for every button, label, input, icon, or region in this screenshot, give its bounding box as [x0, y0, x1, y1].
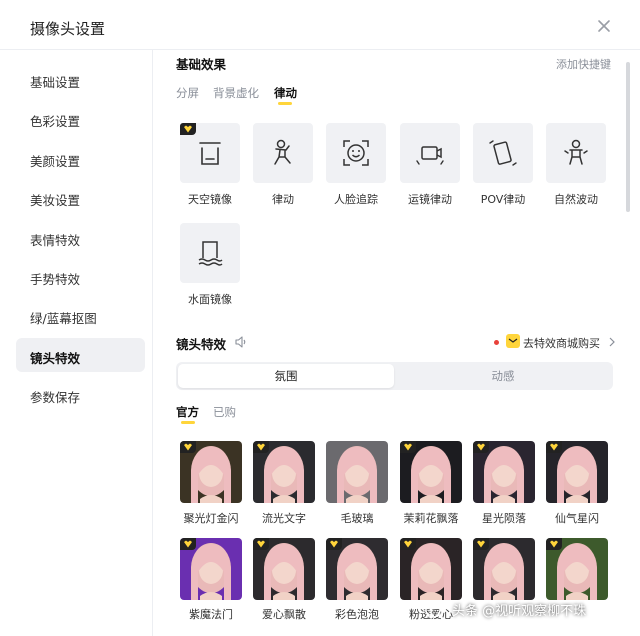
- sidebar-item-label: 基础设置: [30, 75, 81, 90]
- vip-badge-icon: [473, 441, 489, 453]
- title-bar: 摄像头设置: [0, 0, 640, 50]
- lens-effect-thumb[interactable]: [400, 538, 462, 600]
- water-mirror-icon: [180, 223, 240, 283]
- speaker-icon[interactable]: [234, 335, 248, 349]
- sidebar-item-lens-effects[interactable]: 镜头特效: [16, 338, 145, 372]
- dialog-title: 摄像头设置: [30, 20, 106, 38]
- lens-effects-segment: 氛围 动感: [176, 362, 613, 390]
- vip-badge-icon: [546, 441, 562, 453]
- tab-split-screen[interactable]: 分屏: [176, 85, 199, 101]
- vip-badge-icon: [253, 538, 269, 550]
- pov-icon: [473, 123, 533, 183]
- camera-settings-dialog: 摄像头设置 基础设置 色彩设置 美颜设置 美妆设置 表情特效 手势特效 绿/蓝幕…: [0, 0, 640, 636]
- basic-effects-title: 基础效果: [176, 57, 227, 72]
- lens-effect-label: 流光文字: [262, 512, 306, 525]
- sidebar-item-label: 绿/蓝幕抠图: [30, 311, 97, 326]
- sidebar-item-save-params[interactable]: 参数保存: [16, 377, 145, 411]
- sidebar-item-basic[interactable]: 基础设置: [16, 62, 145, 96]
- tab-purchased[interactable]: 已购: [213, 404, 236, 420]
- active-tab-indicator: [278, 102, 292, 105]
- natural-wave-icon: [546, 123, 606, 183]
- vip-badge-icon: [326, 538, 342, 550]
- watermark-text: 头条 @视听观察柳不珠: [452, 604, 587, 619]
- lens-effect-label: 毛玻璃: [340, 512, 374, 525]
- close-icon[interactable]: [596, 18, 612, 34]
- sidebar-item-label: 参数保存: [30, 390, 81, 405]
- portrait-preview: [337, 446, 377, 503]
- lens-effect-thumb[interactable]: [400, 441, 462, 503]
- lens-effect-label: 星光陨落: [482, 512, 526, 525]
- lens-effect-thumb[interactable]: [180, 441, 242, 503]
- lens-effect-thumb[interactable]: [326, 538, 388, 600]
- sidebar-item-label: 手势特效: [30, 272, 81, 287]
- lens-effect-thumb[interactable]: [546, 441, 608, 503]
- vip-badge-icon: [180, 538, 196, 550]
- chevron-right-icon: [608, 336, 616, 347]
- rhythm-figure-icon: [253, 123, 313, 183]
- lens-effect-label: 紫魔法门: [189, 608, 233, 621]
- sidebar-item-makeup[interactable]: 美妆设置: [16, 180, 145, 214]
- lens-effect-thumb[interactable]: [253, 441, 315, 503]
- lens-effect-thumb[interactable]: [473, 538, 535, 600]
- effect-label: 律动: [272, 193, 294, 206]
- lens-effect-thumb[interactable]: [473, 441, 535, 503]
- lens-effect-label: 茉莉花飘落: [403, 512, 459, 525]
- lens-effect-label: 仙气星闪: [555, 512, 599, 525]
- sidebar-item-beauty[interactable]: 美颜设置: [16, 141, 145, 175]
- sidebar-item-label: 表情特效: [30, 233, 81, 248]
- settings-sidebar: 基础设置 色彩设置 美颜设置 美妆设置 表情特效 手势特效 绿/蓝幕抠图 镜头特…: [0, 50, 153, 636]
- camera-move-icon: [400, 123, 460, 183]
- watermark-logo-icon: [424, 601, 444, 619]
- effect-label: POV律动: [480, 193, 526, 206]
- shop-icon: [506, 334, 520, 348]
- sidebar-item-label: 美妆设置: [30, 193, 81, 208]
- effects-shop-link[interactable]: 去特效商城购买: [523, 335, 600, 351]
- lens-effect-label: 聚光灯金闪: [183, 512, 239, 525]
- tab-rhythm[interactable]: 律动: [274, 85, 297, 101]
- lens-effect-thumb[interactable]: [180, 538, 242, 600]
- lens-effect-thumb[interactable]: [326, 441, 388, 503]
- lens-effect-label: 爱心飘散: [262, 608, 306, 621]
- vip-badge-icon: [400, 538, 416, 550]
- scrollbar[interactable]: [626, 62, 630, 212]
- notification-dot: [494, 340, 499, 345]
- vip-badge-icon: [253, 441, 269, 453]
- sidebar-item-chroma-key[interactable]: 绿/蓝幕抠图: [16, 298, 145, 332]
- tab-background-blur[interactable]: 背景虚化: [213, 85, 259, 101]
- effect-label: 天空镜像: [188, 193, 232, 206]
- add-shortcut-link[interactable]: 添加快捷键: [556, 56, 611, 72]
- vip-badge-icon: [180, 123, 196, 135]
- active-tab-indicator: [181, 421, 195, 424]
- effect-label: 自然波动: [554, 193, 598, 206]
- tab-official[interactable]: 官方: [176, 404, 199, 420]
- content-panel: 基础效果 添加快捷键 分屏 背景虚化 律动 天空镜像 律动 人脸追踪 运镜律动 …: [154, 50, 624, 636]
- vip-badge-icon: [400, 441, 416, 453]
- sidebar-item-label: 色彩设置: [30, 114, 81, 129]
- vip-badge-icon: [546, 538, 562, 550]
- effect-label: 运镜律动: [408, 193, 452, 206]
- effect-label: 水面镜像: [188, 293, 232, 306]
- sidebar-item-color[interactable]: 色彩设置: [16, 101, 145, 135]
- effect-label: 人脸追踪: [334, 193, 378, 206]
- sidebar-item-expression[interactable]: 表情特效: [16, 220, 145, 254]
- face-tracking-icon: [326, 123, 386, 183]
- sidebar-item-label: 镜头特效: [30, 351, 81, 366]
- vip-badge-icon: [473, 538, 489, 550]
- sidebar-item-label: 美颜设置: [30, 154, 81, 169]
- vip-badge-icon: [180, 441, 196, 453]
- lens-effect-thumb[interactable]: [546, 538, 608, 600]
- segment-atmosphere[interactable]: 氛围: [178, 364, 394, 388]
- sidebar-item-gesture[interactable]: 手势特效: [16, 259, 145, 293]
- segment-dynamic[interactable]: 动感: [395, 364, 611, 388]
- lens-effect-thumb[interactable]: [253, 538, 315, 600]
- lens-effect-label: 彩色泡泡: [335, 608, 379, 621]
- lens-effects-title: 镜头特效: [176, 337, 227, 352]
